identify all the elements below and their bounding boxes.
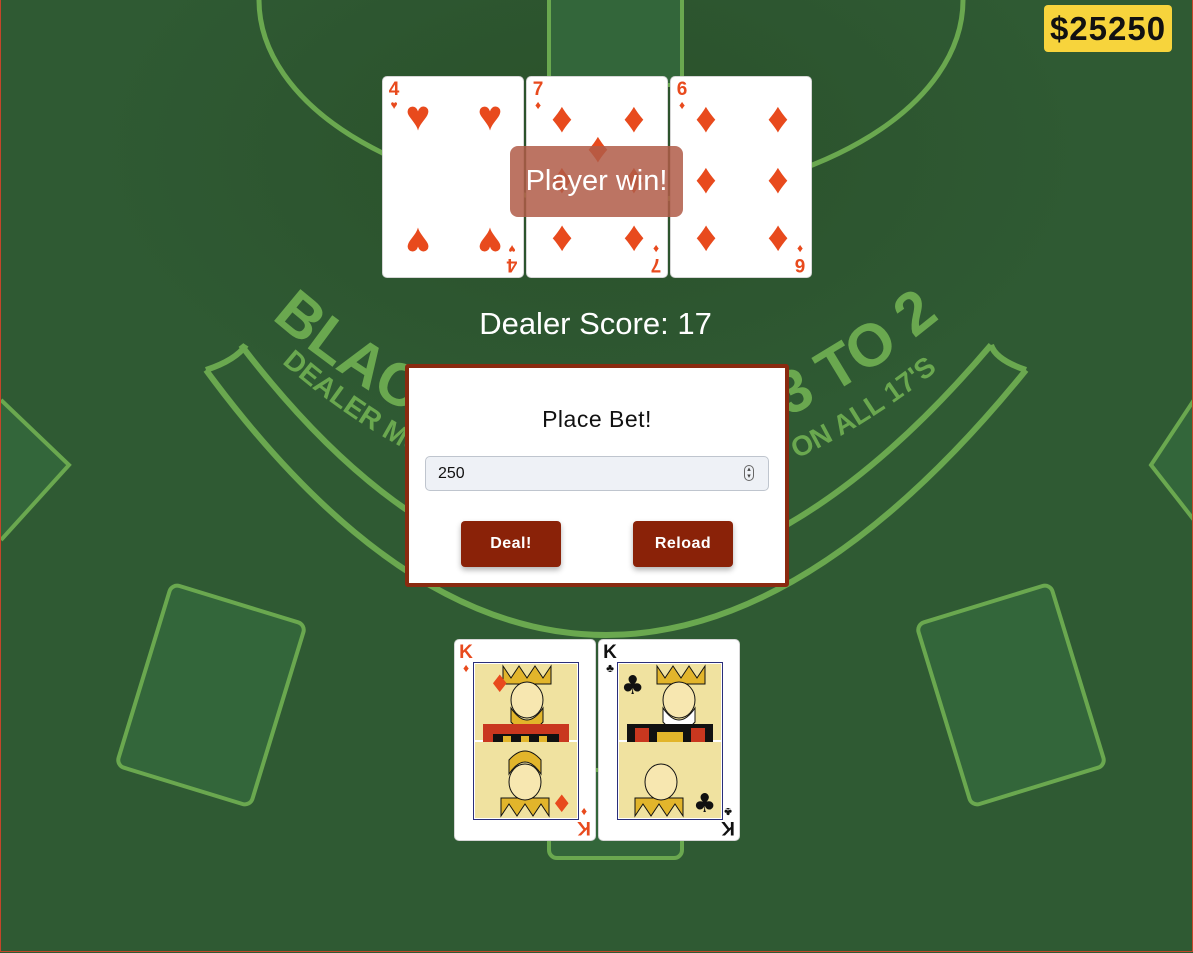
dealer-card-1: 4 ♥ ♥ ♥ ♥ ♥ 4 ♥ <box>382 76 524 278</box>
reload-button[interactable]: Reload <box>633 521 733 567</box>
king-of-clubs-face: ♣ ♣ <box>617 662 723 820</box>
diamond-icon: ♦ <box>767 94 789 141</box>
dealer-score: Dealer Score: 17 <box>479 306 712 341</box>
heart-icon: ♥ <box>405 219 431 266</box>
dealer-card-3: 6 ♦ ♦ ♦ ♦ ♦ ♦ ♦ 6 ♦ <box>670 76 812 278</box>
balance-display: $25250 <box>1044 5 1172 52</box>
bet-amount-input[interactable]: 250 ▴ ▾ <box>425 456 769 491</box>
player-card-1: K ♦ ♦ ♦ K ♦ <box>454 639 596 841</box>
bet-amount-value: 250 <box>438 465 465 482</box>
svg-text:♣: ♣ <box>693 789 716 819</box>
player-card-2: K ♣ ♣ ♣ K ♣ <box>598 639 740 841</box>
diamond-icon: ♦ <box>623 94 645 141</box>
svg-text:♦: ♦ <box>489 670 511 698</box>
number-stepper-icon[interactable]: ▴ ▾ <box>744 465 754 481</box>
diamond-icon: ♦ <box>767 155 789 202</box>
bet-panel-title: Place Bet! <box>542 406 652 432</box>
diamond-icon: ♦ <box>695 217 717 264</box>
diamond-icon: ♦ <box>695 155 717 202</box>
heart-icon: ♥ <box>477 92 503 139</box>
deal-button[interactable]: Deal! <box>461 521 561 567</box>
heart-icon: ♥ <box>405 92 431 139</box>
king-of-diamonds-face: ♦ ♦ <box>473 662 579 820</box>
bet-panel: Place Bet! 250 ▴ ▾ Deal! Reload <box>405 364 789 587</box>
result-banner: Player win! <box>510 146 683 217</box>
diamond-icon: ♦ <box>695 94 717 141</box>
svg-text:♣: ♣ <box>621 671 644 701</box>
svg-text:♦: ♦ <box>551 790 573 818</box>
diamond-icon: ♦ <box>551 217 573 264</box>
